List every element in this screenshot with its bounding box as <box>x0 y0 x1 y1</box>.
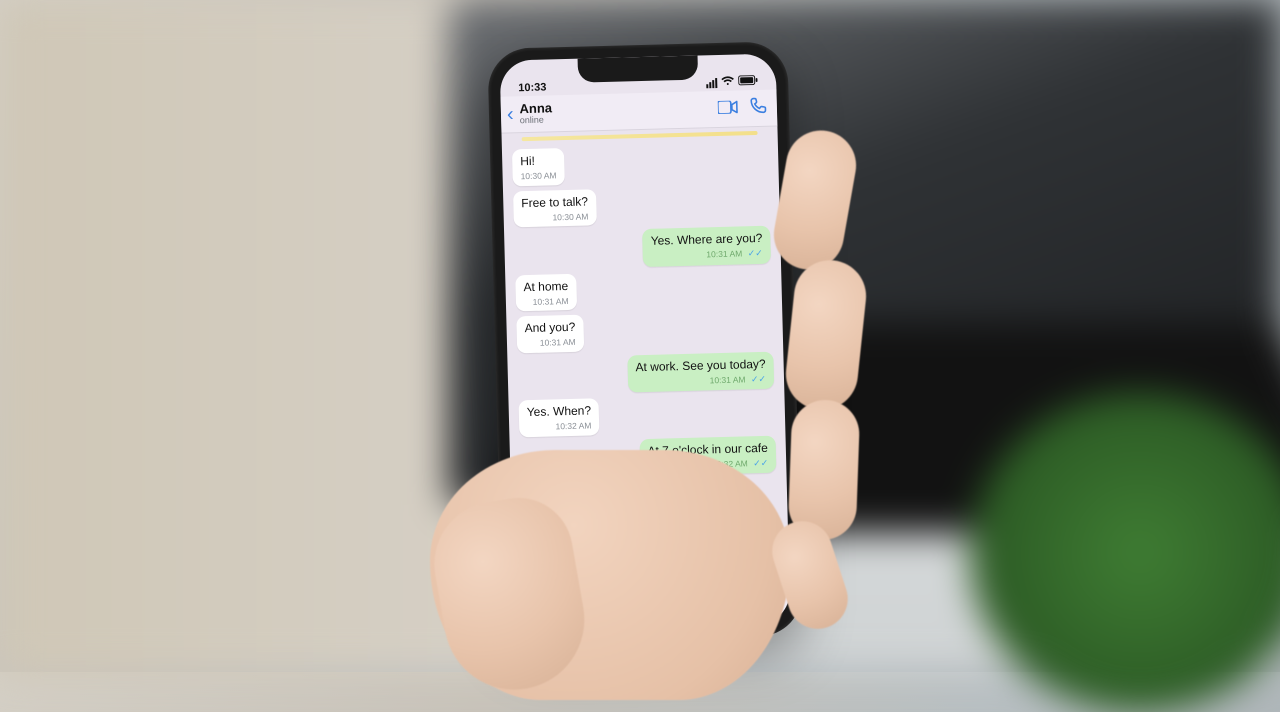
chat-header: ‹ Anna online <box>501 89 778 133</box>
status-time: 10:33 <box>518 81 546 94</box>
back-button[interactable]: ‹ <box>507 104 514 124</box>
message-time: 10:31 AM <box>524 296 569 308</box>
video-call-icon[interactable] <box>718 99 739 120</box>
contact-info[interactable]: Anna online <box>519 97 706 126</box>
message-text: At work. See you today? <box>635 357 765 374</box>
read-ticks-icon: ✓✓ <box>753 458 768 468</box>
message-time: 10:30 AM <box>522 211 589 223</box>
message-time: 10:31 AM ✓✓ <box>651 248 763 262</box>
message-time: 10:31 AM ✓✓ <box>636 374 766 389</box>
message-incoming[interactable]: Yes. When?10:32 AM <box>518 398 599 437</box>
message-text: Hi! <box>520 154 535 168</box>
message-text: At home <box>523 279 568 294</box>
message-time: 10:30 AM <box>520 170 556 182</box>
phone-notch <box>578 56 699 83</box>
message-text: Yes. Where are you? <box>651 231 763 248</box>
message-incoming[interactable]: Hi! 10:30 AM <box>512 148 565 186</box>
message-time: 10:31 AM <box>525 337 576 349</box>
message-outgoing[interactable]: Yes. Where are you?10:31 AM ✓✓ <box>642 226 771 267</box>
wifi-icon <box>721 76 734 89</box>
hand-finger <box>788 399 861 541</box>
voice-call-icon[interactable] <box>750 97 768 119</box>
message-incoming[interactable]: At home 10:31 AM <box>515 273 577 311</box>
message-incoming[interactable]: Free to talk?10:30 AM <box>513 189 597 228</box>
read-ticks-icon: ✓✓ <box>751 374 766 384</box>
message-text: Yes. When? <box>527 404 592 420</box>
message-text: Free to talk? <box>521 194 588 210</box>
message-outgoing[interactable]: At work. See you today?10:31 AM ✓✓ <box>627 352 774 393</box>
message-time: 10:32 AM <box>527 421 592 433</box>
read-ticks-icon: ✓✓ <box>747 248 762 258</box>
message-text: And you? <box>524 320 575 335</box>
signal-icon <box>706 78 717 88</box>
battery-icon <box>738 75 758 89</box>
message-incoming[interactable]: And you? 10:31 AM <box>516 315 584 353</box>
